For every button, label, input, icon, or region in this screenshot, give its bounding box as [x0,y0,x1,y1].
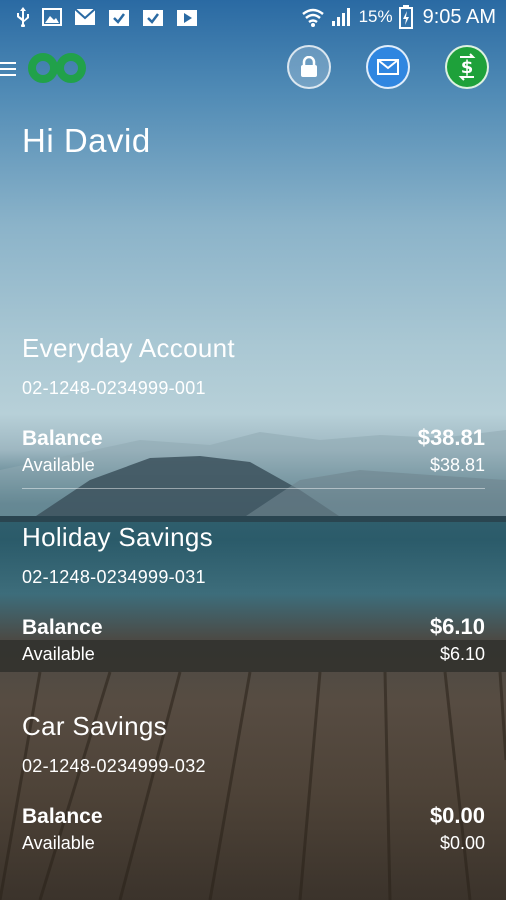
available-row: Available $38.81 [22,455,485,476]
available-value: $6.10 [439,644,485,664]
account-number: 02-1248-0234999-001 [22,378,206,398]
balance-value: $38.81 [417,425,485,450]
menu-icon[interactable] [0,58,16,78]
balance-row: Balance $6.10 [22,614,485,640]
divider [22,488,485,489]
task-icon [108,7,130,27]
transfer-icon: $ [456,53,478,81]
signal-icon [331,7,353,27]
task-icon [142,7,164,27]
available-value: $38.81 [429,455,485,475]
balance-value: $0.00 [429,803,485,828]
greeting: Hi David [22,122,151,159]
lock-icon [300,56,318,78]
status-bar: 15% 9:05 AM [0,0,506,34]
account-card-car[interactable]: Car Savings 02-1248-0234999-032 Balance … [22,711,485,854]
transfer-button[interactable]: $ [445,45,489,89]
available-row: Available $0.00 [22,833,485,854]
account-name: Car Savings [22,711,167,741]
logo-icon [28,52,86,84]
account-number: 02-1248-0234999-032 [22,756,206,776]
mail-icon [377,59,399,75]
battery-percent: 15% [358,7,393,26]
mail-button[interactable] [366,45,410,89]
available-label: Available [22,644,95,664]
available-row: Available $6.10 [22,644,485,665]
account-number: 02-1248-0234999-031 [22,567,206,587]
balance-row: Balance $0.00 [22,803,485,829]
lock-button[interactable] [287,45,331,89]
image-icon [42,8,62,26]
wifi-icon [301,7,325,27]
account-card-everyday[interactable]: Everyday Account 02-1248-0234999-001 Bal… [22,333,485,489]
gmail-icon [74,8,96,26]
app-screen: 15% 9:05 AM $ Hi David Everyday Account … [0,0,506,900]
balance-row: Balance $38.81 [22,425,485,451]
notification-icons [0,7,198,27]
system-status: 15% 9:05 AM [301,0,496,34]
account-card-holiday[interactable]: Holiday Savings 02-1248-0234999-031 Bala… [22,522,485,665]
account-name: Holiday Savings [22,522,213,552]
balance-label: Balance [22,616,103,639]
available-value: $0.00 [439,833,485,853]
usb-icon [16,7,30,27]
svg-text:$: $ [461,57,474,78]
balance-label: Balance [22,805,103,828]
balance-value: $6.10 [429,614,485,639]
play-store-icon [176,7,198,27]
battery-charging-icon [398,5,413,29]
available-label: Available [22,455,95,475]
account-name: Everyday Account [22,333,235,363]
balance-label: Balance [22,427,103,450]
clock: 9:05 AM [422,5,496,28]
app-header: $ [0,44,506,94]
available-label: Available [22,833,95,853]
